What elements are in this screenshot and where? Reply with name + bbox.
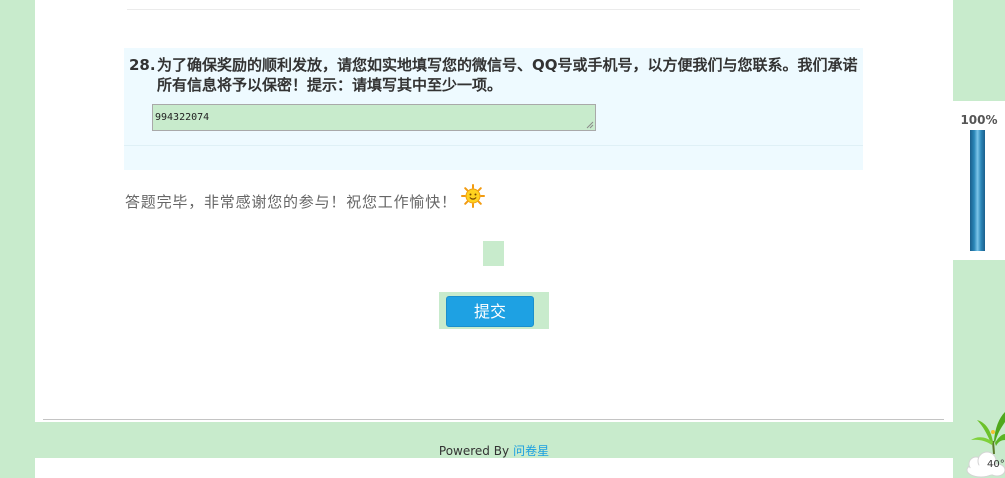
question-text: 为了确保奖励的顺利发放，请您如实地填写您的微信号、QQ号或手机号，以方便我们与您…: [157, 56, 858, 94]
submit-button[interactable]: 提交: [446, 296, 534, 327]
question-number: 28.: [129, 56, 156, 74]
progress-bar: [970, 130, 985, 251]
progress-label: 100%: [960, 113, 998, 127]
powered-by-text: Powered By: [438, 444, 510, 458]
temperature-text: 40°: [987, 459, 1005, 470]
progress-bar-fill: [970, 130, 985, 251]
weather-widget[interactable]: 40°: [963, 408, 1005, 478]
completion-message-text: 答题完毕，非常感谢您的参与！祝您工作愉快！: [125, 193, 457, 211]
divider: [127, 9, 860, 10]
submit-area: 提交: [439, 292, 549, 329]
question-title: 28. 为了确保奖励的顺利发放，请您如实地填写您的微信号、QQ号或手机号，以方便…: [129, 55, 863, 95]
question-block: 28. 为了确保奖励的顺利发放，请您如实地填写您的微信号、QQ号或手机号，以方便…: [124, 48, 863, 170]
plant-icon: [971, 412, 1005, 455]
footer-divider: [43, 419, 944, 420]
answer-textarea[interactable]: 994322074: [152, 104, 596, 131]
question-divider: [124, 145, 863, 146]
sun-smiley-icon: [461, 184, 485, 208]
bottom-panel: [35, 458, 953, 478]
footer: Powered By 问卷星: [35, 443, 953, 459]
resize-grip-icon[interactable]: [586, 121, 594, 129]
progress-widget: 100%: [953, 101, 1005, 260]
placeholder-block: [483, 241, 504, 266]
answer-field-wrapper: 994322074: [152, 104, 596, 131]
survey-page: 28. 为了确保奖励的顺利发放，请您如实地填写您的微信号、QQ号或手机号，以方便…: [0, 0, 1005, 478]
completion-message: 答题完毕，非常感谢您的参与！祝您工作愉快！: [125, 184, 495, 211]
brand-link[interactable]: 问卷星: [513, 444, 549, 458]
survey-container: 28. 为了确保奖励的顺利发放，请您如实地填写您的微信号、QQ号或手机号，以方便…: [35, 0, 953, 422]
